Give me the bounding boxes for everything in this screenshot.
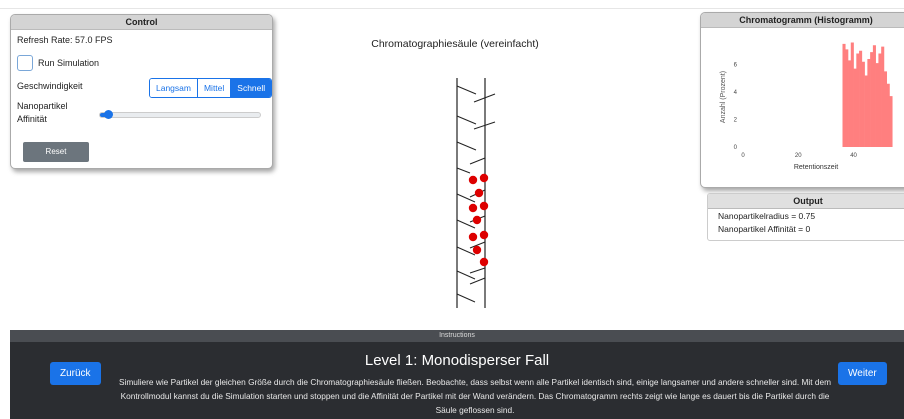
histogram-bar [856,53,860,147]
y-tick-label: 4 [734,90,738,96]
histogram-bar [859,50,863,147]
histogram-bar [883,71,888,147]
affinity-label-line1: Nanopartikel [17,101,68,111]
particle [468,203,478,213]
y-axis-label: Anzahl (Prozent) [720,71,727,123]
run-simulation-checkbox[interactable] [17,55,33,71]
histogram-chart: 0 2 4 6 0 20 40 Retentionszeit Anzahl (Prozent… [720,42,893,171]
speed-option-langsam[interactable]: Langsam [150,79,198,97]
instructions-panel: Instructions Level 1: Monodisperser Fall… [10,330,904,419]
histogram-bar [867,59,871,147]
particle [479,173,489,183]
output-affinity: Nanopartikel Affinität = 0 [718,224,811,234]
x-tick-label: 20 [795,153,802,159]
x-axis-label: Retentionszeit [794,164,838,171]
output-radius: Nanopartikelradius = 0.75 [718,211,816,221]
histogram-bar [845,49,849,147]
particle [468,175,478,185]
histogram-bar [875,63,879,147]
output-panel: Output Nanopartikelradius = 0.75 Nanopar… [707,193,904,241]
refresh-rate-text: Refresh Rate: 57.0 FPS [17,35,113,45]
back-button[interactable]: Zurück [50,362,101,385]
next-button[interactable]: Weiter [838,362,887,385]
histogram-bar [870,52,874,147]
histogram-bar [886,83,890,147]
histogram-bar [889,96,893,147]
chromatogram-panel: Chromatogramm (Histogramm) 0 2 4 6 0 20 40 Ret… [700,12,904,188]
histogram-bar [842,43,846,147]
particle [479,201,489,211]
instructions-title: Level 1: Monodisperser Fall [364,352,550,369]
histogram-bar [850,42,854,147]
y-tick-label: 2 [734,118,738,124]
y-tick-label: 6 [734,63,738,69]
y-tick-label: 0 [734,145,738,151]
affinity-slider-thumb[interactable] [104,110,113,119]
speed-label: Geschwindigkeit [17,81,83,91]
chromatography-column [456,78,496,308]
control-panel: Control Refresh Rate: 57.0 FPS Run Simul… [10,14,273,169]
histogram-bar [853,68,857,147]
particle [468,232,478,242]
output-title: Output [708,194,904,209]
speed-option-mittel[interactable]: Mittel [197,79,232,97]
x-tick-label: 0 [741,153,745,159]
speed-option-schnell[interactable]: Schnell [231,79,272,97]
particle [474,188,484,198]
particle [472,245,482,255]
instructions-header: Instructions [10,330,904,342]
run-simulation-label[interactable]: Run Simulation [38,58,99,68]
histogram-bar [864,75,868,147]
histogram-bar [861,61,865,147]
affinity-label-line2: Affinität [17,114,47,124]
speed-selector: Langsam Mittel Schnell [149,78,272,98]
affinity-slider[interactable] [99,110,261,119]
instructions-body: Simuliere wie Partikel der gleichen Größ… [118,377,832,415]
reset-button[interactable]: Reset [23,142,89,162]
particle [479,257,489,267]
x-tick-label: 40 [850,153,857,159]
control-panel-title[interactable]: Control [11,15,272,30]
histogram-bar [848,60,852,147]
histogram-bar [881,46,885,147]
particle [472,215,482,225]
column-title: Chromatographiesäule (vereinfacht) [371,38,539,50]
chromatogram-title[interactable]: Chromatogramm (Histogramm) [701,13,904,28]
histogram-bar [878,53,882,147]
particle [479,230,489,240]
histogram-bar [872,45,876,147]
top-divider [0,8,904,9]
